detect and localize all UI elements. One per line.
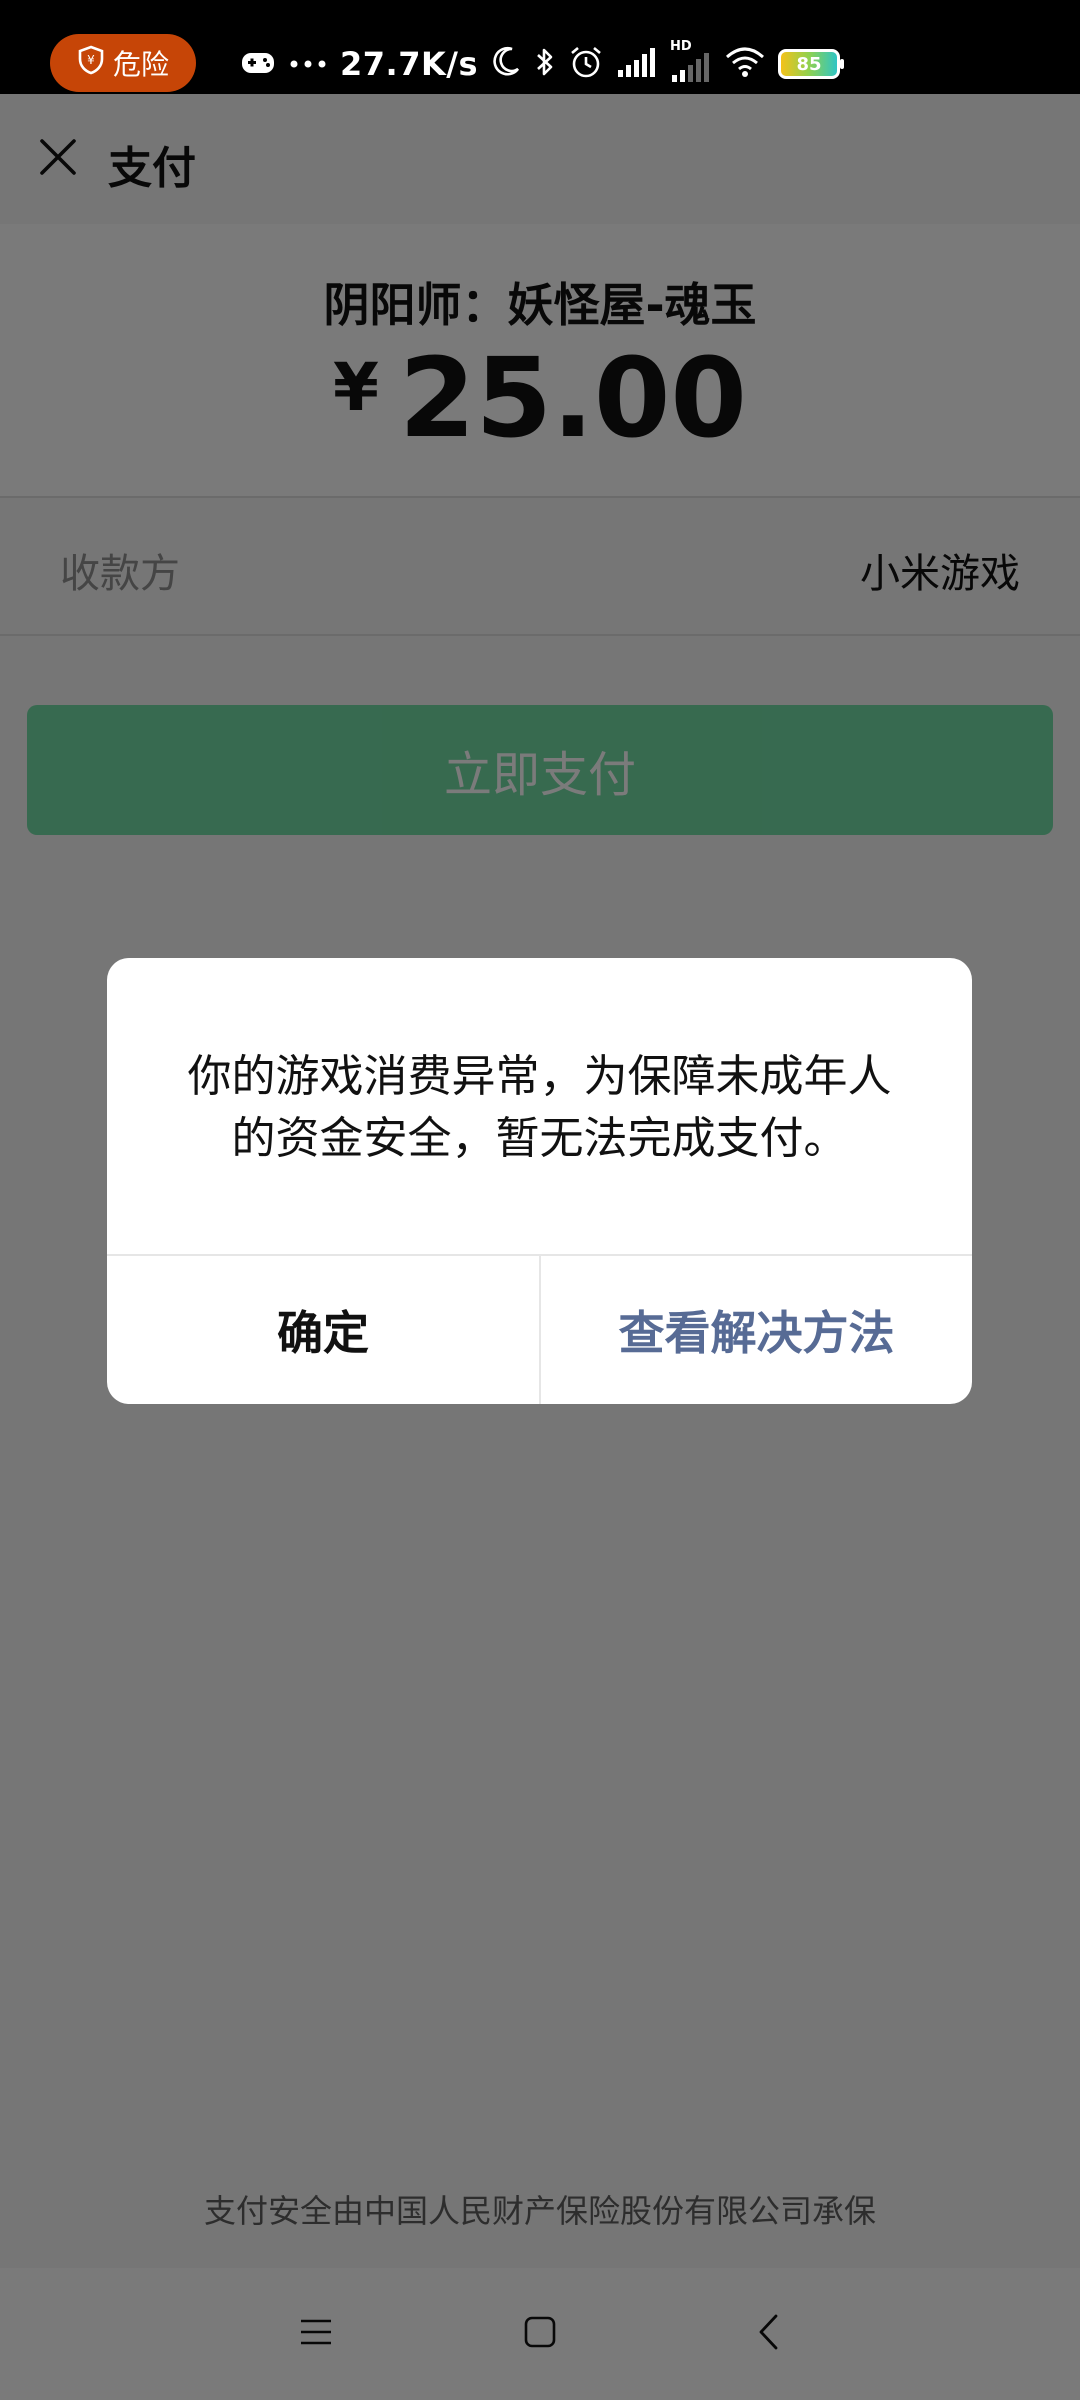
signal-hd-icon: HD [670, 39, 712, 83]
moon-icon [490, 45, 522, 83]
battery-icon: 85 [777, 49, 844, 79]
more-dots-icon [288, 55, 328, 74]
view-solution-button[interactable]: 查看解决方法 [541, 1256, 972, 1404]
danger-label: 危险 [112, 48, 169, 81]
confirm-button[interactable]: 确定 [107, 1256, 539, 1404]
bluetooth-icon [534, 45, 556, 83]
alert-dialog: 你的游戏消费异常，为保障未成年人的资金安全，暂无法完成支付。 确定 查看解决方法 [107, 958, 972, 1404]
status-icons: 27.7K/s HD 85 [240, 39, 844, 88]
signal-icon [616, 46, 658, 82]
danger-badge[interactable]: ¥ 危险 [50, 34, 196, 92]
battery-level: 85 [796, 53, 822, 75]
network-speed: 27.7K/s [340, 45, 478, 83]
alarm-icon [568, 44, 604, 84]
dialog-message: 你的游戏消费异常，为保障未成年人的资金安全，暂无法完成支付。 [187, 1051, 892, 1164]
gamepad-icon [240, 47, 276, 81]
shield-icon: ¥ [77, 45, 105, 82]
status-bar: ¥ 危险 27.7K/s HD 85 [0, 0, 1080, 94]
svg-text:¥: ¥ [87, 53, 95, 67]
wifi-icon [724, 45, 766, 83]
